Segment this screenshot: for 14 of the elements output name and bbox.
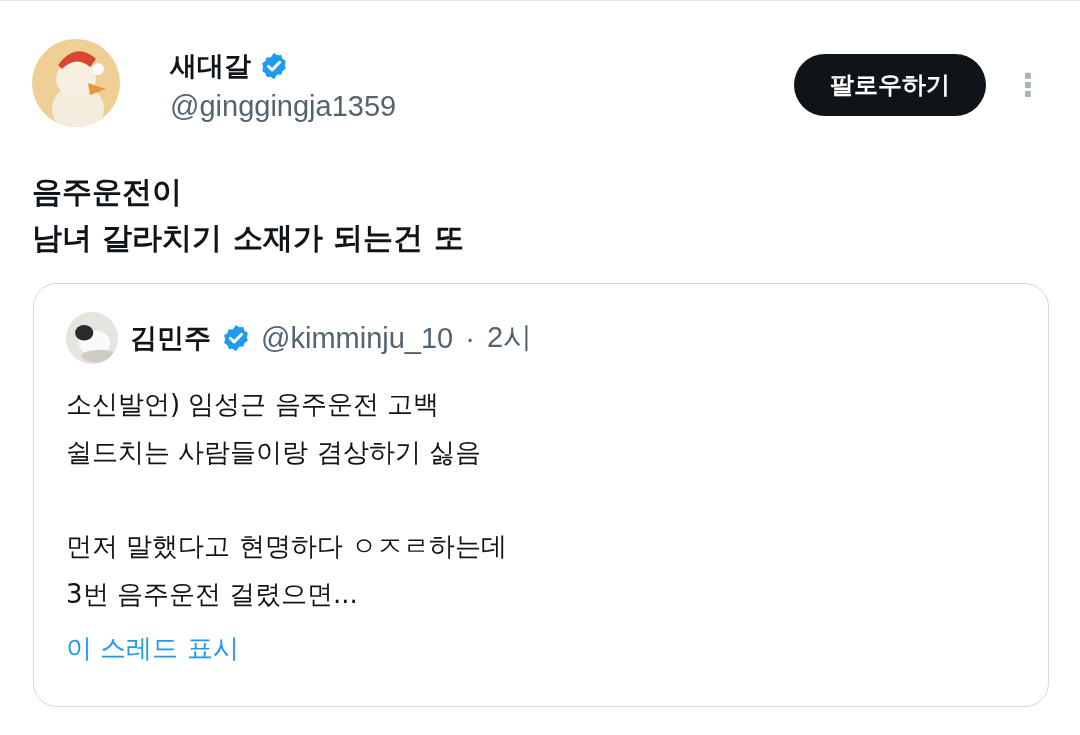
quoted-text-line: 쉴드치는 사람들이랑 겸상하기 싫음 — [66, 436, 482, 469]
author-name: 새대갈 — [170, 48, 251, 83]
quoted-text-line: 소신발언) 임성근 음주운전 고백 — [66, 388, 440, 421]
quoted-author-handle: @kimminju_10 — [261, 321, 454, 355]
quoted-tweet-card[interactable]: 김민주 @kimminju_10 · 2시 소신발언) 임성근 음주운전 고백 쉴드치는 사람들이랑 겸상하기 싫음 먼저 말했다고 현명하다 ㅇㅈㄹ하는데 3번 음주운전 걸렸으면... 이 스레드 표시 — [33, 283, 1049, 707]
author-handle: @ginggingja1359 — [170, 89, 398, 123]
post-time: 2시 — [486, 320, 533, 355]
separator-dot: · — [465, 321, 475, 355]
quoted-text-line: 3번 음주운전 걸렸으면... — [66, 578, 359, 611]
follow-button[interactable]: 팔로우하기 — [794, 54, 986, 116]
quoted-author-name: 김민주 — [130, 321, 211, 355]
tweet-text-line: 남녀 갈라치기 소재가 되는건 또 — [32, 219, 465, 257]
quoted-text-line: 먼저 말했다고 현명하다 ㅇㅈㄹ하는데 — [66, 530, 508, 563]
tweet-text-line: 음주운전이 — [32, 173, 183, 211]
